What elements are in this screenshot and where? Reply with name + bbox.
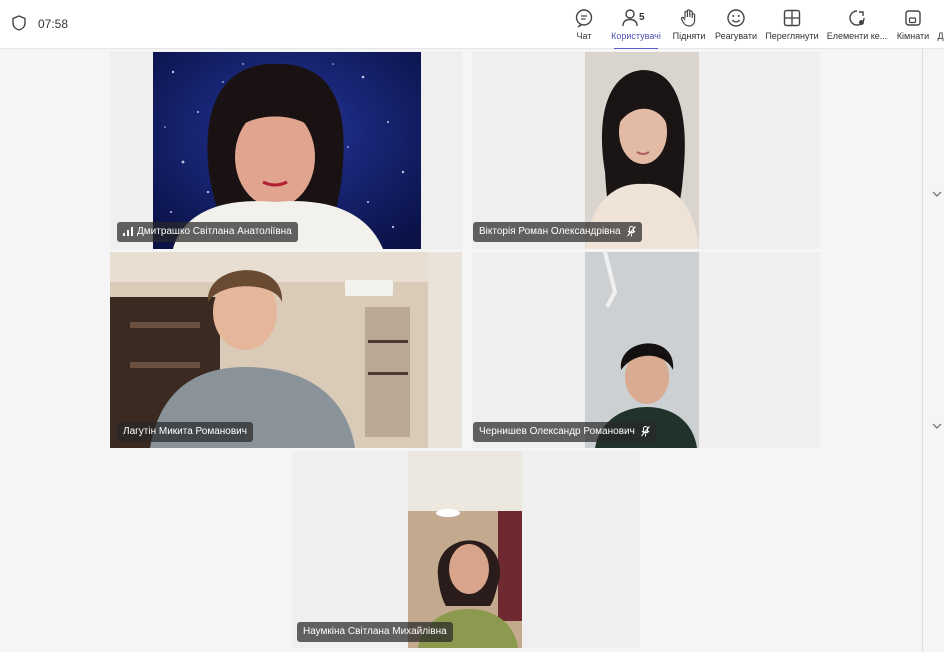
participant-video[interactable] [585,52,699,249]
participant-name-chip: Лагутін Микита Романович [117,422,253,442]
participant-name: Наумкіна Світлана Михайлівна [303,626,447,637]
people-button[interactable]: 5 Користувачі [608,6,664,50]
people-label: Користувачі [611,31,661,41]
chevron-down-icon[interactable] [932,190,942,198]
people-count: 5 [639,12,645,23]
apps-label: Елементи ке... [826,31,888,41]
more-label: Д [937,31,944,41]
view-label: Переглянути [765,31,819,41]
meeting-timer: 07:58 [38,17,69,31]
chat-label: Чат [576,31,592,41]
video-stage: Дмитрашко Світлана Анатоліївна Вікторія … [0,49,944,652]
participant-name-chip: Дмитрашко Світлана Анатоліївна [117,222,298,242]
rooms-icon [905,10,921,26]
grid-view-icon [783,9,801,27]
chevron-down-icon[interactable] [932,422,942,430]
participant-video[interactable] [408,451,522,648]
more-button[interactable]: Д [937,6,944,46]
participant-1-video-frame [153,52,421,249]
participant-name-chip: Чернишев Олександр Романович [473,422,656,442]
participant-2-video-frame [585,52,699,249]
participant-5-video-frame [408,451,522,648]
chat-icon [575,9,593,28]
more-icon [937,8,944,28]
participant-video[interactable] [110,252,462,448]
participant-3-video-frame [110,252,462,448]
participant-4-video-frame [585,252,699,448]
participant-video[interactable] [585,252,699,448]
apps-button[interactable]: Елементи ке... [826,6,888,46]
raise-hand-button[interactable]: Підняти [672,6,706,46]
rooms-button[interactable]: Кімнати [895,6,931,46]
raise-hand-label: Підняти [672,31,706,41]
panel-divider [922,49,923,652]
participant-name-chip: Вікторія Роман Олександрівна [473,222,642,242]
smile-icon [727,9,745,27]
participant-name: Лагутін Микита Романович [123,426,247,437]
chat-button[interactable]: Чат [571,6,597,46]
people-icon-wrap: 5 [621,8,651,28]
rooms-label: Кімнати [896,31,930,41]
signal-bars-icon [123,226,133,236]
participant-name: Дмитрашко Світлана Анатоліївна [137,226,292,237]
participant-name: Чернишев Олександр Романович [479,426,635,437]
mic-muted-icon [626,225,636,237]
shield-icon [12,15,26,31]
raise-hand-icon [680,9,696,27]
react-label: Реагувати [714,31,758,41]
people-icon [622,9,638,27]
view-button[interactable]: Переглянути [765,6,819,46]
participant-video[interactable] [153,52,421,249]
meeting-top-bar: 07:58 Чат 5 Користувачі Підняти Реагуват… [0,0,944,50]
participant-name: Вікторія Роман Олександрівна [479,226,621,237]
apps-icon [849,10,865,26]
participant-name-chip: Наумкіна Світлана Михайлівна [297,622,453,642]
mic-muted-icon [640,425,650,437]
react-button[interactable]: Реагувати [714,6,758,46]
